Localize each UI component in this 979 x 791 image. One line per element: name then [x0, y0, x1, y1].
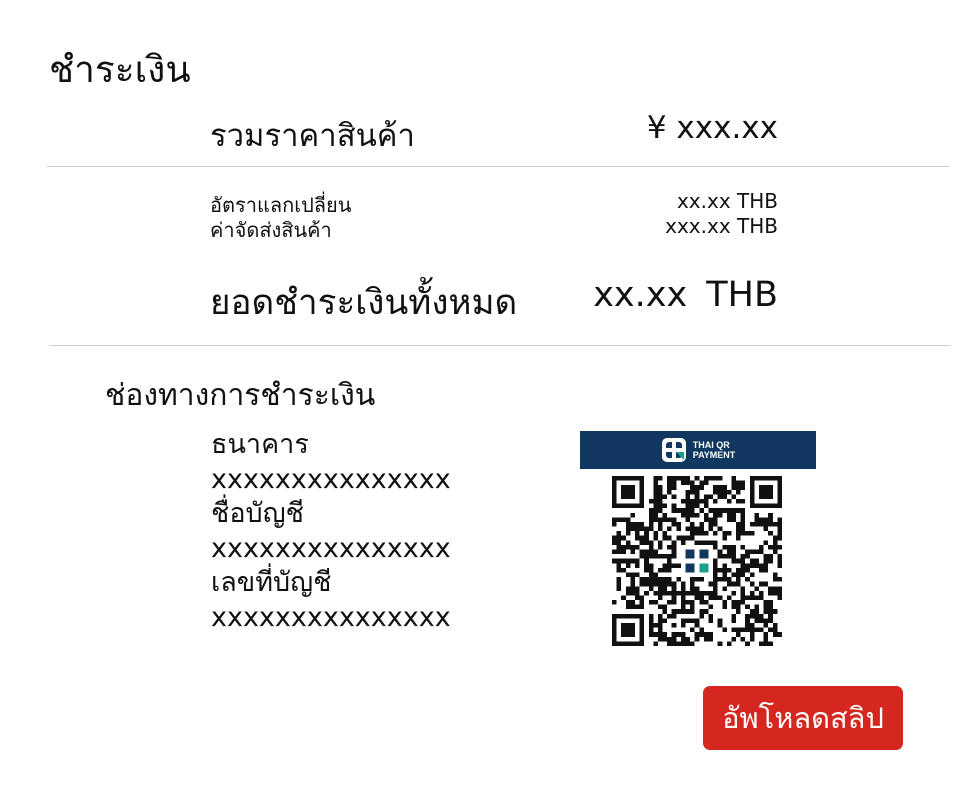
- bank-details: ธนาคาร xxxxxxxxxxxxxxx ชื่อบัญชี xxxxxxx…: [211, 428, 451, 635]
- subtotal-label: รวมราคาสินค้า: [210, 118, 415, 154]
- divider: [49, 345, 951, 346]
- account-number-label: เลขที่บัญชี: [211, 567, 332, 598]
- shipping-label: ค่าจัดส่งสินค้า: [210, 218, 332, 242]
- bank-label: ธนาคาร: [211, 429, 309, 460]
- shipping-value: xxx.xx THB: [665, 214, 778, 238]
- subtotal-value: ¥ xxx.xx: [646, 110, 778, 146]
- upload-slip-button[interactable]: อัพโหลดสลิป: [703, 686, 903, 750]
- total-label: ยอดชำระเงินทั้งหมด: [210, 283, 518, 323]
- account-number-value: xxxxxxxxxxxxxxx: [211, 601, 451, 633]
- total-value: xx.xx THB: [593, 275, 778, 315]
- thai-qr-banner: THAI QR PAYMENT: [580, 431, 816, 469]
- account-name-value: xxxxxxxxxxxxxxx: [211, 532, 451, 564]
- payment-channels-title: ช่องทางการชำระเงิน: [105, 378, 376, 413]
- bank-value: xxxxxxxxxxxxxxx: [211, 463, 451, 495]
- page-title: ชำระเงิน: [49, 48, 191, 91]
- exchange-rate-value: xx.xx THB: [676, 189, 778, 213]
- qr-code-icon: [612, 476, 782, 646]
- account-name-label: ชื่อบัญชี: [211, 498, 305, 529]
- thai-qr-banner-text: THAI QR PAYMENT: [692, 440, 736, 460]
- thai-qr-logo-icon: [661, 438, 686, 462]
- divider: [47, 166, 949, 167]
